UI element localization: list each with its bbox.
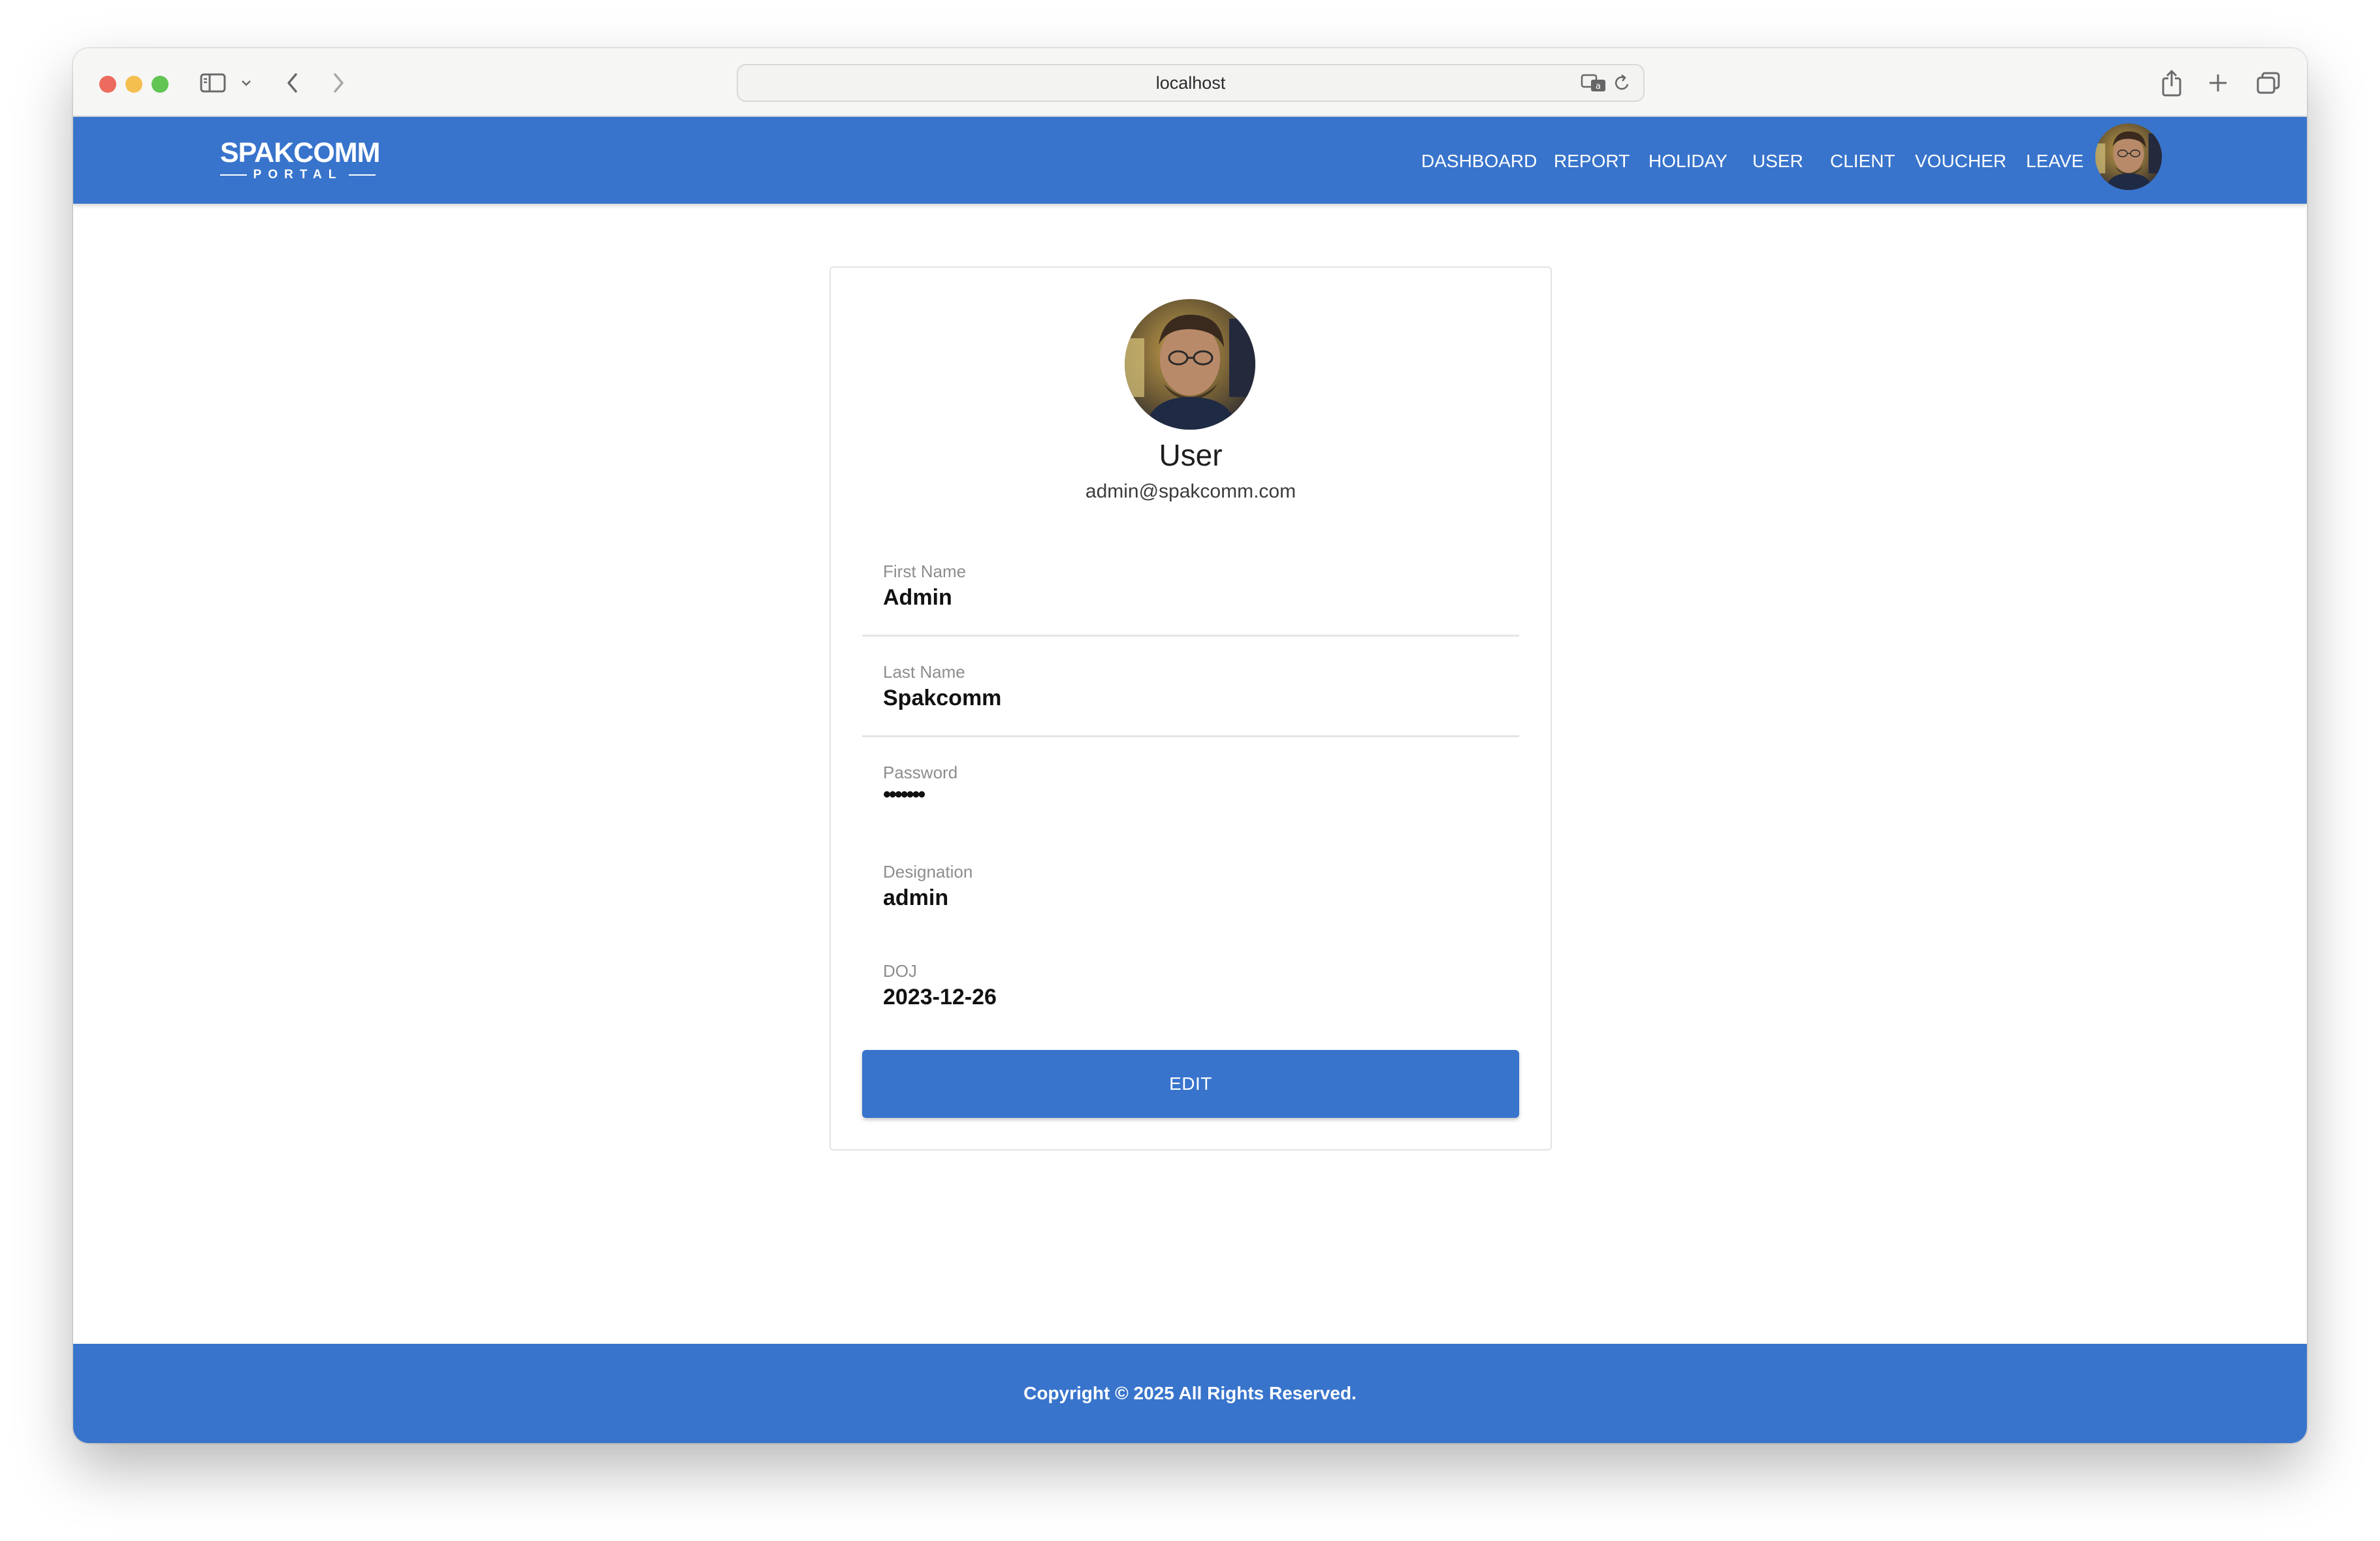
svg-text:a: a xyxy=(1596,82,1601,91)
share-icon[interactable] xyxy=(2161,68,2183,98)
field-label: First Name xyxy=(883,562,967,581)
profile-avatar xyxy=(1125,299,1255,430)
footer: Copyright © 2025 All Rights Reserved. xyxy=(73,1344,2307,1443)
field-value: Admin xyxy=(883,585,952,610)
field-value: ••••••• xyxy=(883,782,925,807)
profile-card: User admin@spakcomm.com First Name Admin… xyxy=(829,266,1552,1151)
field-label: Last Name xyxy=(883,662,965,682)
minimize-window-button[interactable] xyxy=(125,76,142,93)
browser-window: localhost a SPAKCOMM PORTAL DASHBOARD RE… xyxy=(73,48,2307,1443)
field-value: 2023-12-26 xyxy=(883,985,997,1009)
address-text: localhost xyxy=(1155,72,1226,93)
brand-logo[interactable]: SPAKCOMM PORTAL xyxy=(220,137,380,182)
address-bar[interactable]: localhost a xyxy=(737,64,1645,102)
copyright-text: Copyright © 2025 All Rights Reserved. xyxy=(1023,1383,1357,1403)
app-header: SPAKCOMM PORTAL DASHBOARD REPORT HOLIDAY… xyxy=(73,117,2307,204)
back-icon[interactable] xyxy=(285,68,300,98)
divider xyxy=(862,735,1519,737)
reload-icon[interactable] xyxy=(1613,73,1632,96)
field-label: Password xyxy=(883,763,958,782)
forward-icon[interactable] xyxy=(330,68,346,98)
profile-name: User xyxy=(1159,438,1223,472)
nav-leave[interactable]: LEAVE xyxy=(2026,151,2083,172)
nav-dashboard[interactable]: DASHBOARD xyxy=(1421,151,1537,172)
field-label: Designation xyxy=(883,862,973,882)
user-avatar[interactable] xyxy=(2095,123,2162,190)
logo-title: SPAKCOMM xyxy=(220,137,380,168)
field-value: admin xyxy=(883,885,949,910)
chevron-down-icon[interactable] xyxy=(240,68,252,98)
nav-holiday[interactable]: HOLIDAY xyxy=(1648,151,1728,172)
nav-user[interactable]: USER xyxy=(1752,151,1803,172)
browser-toolbar: localhost a xyxy=(73,48,2307,117)
profile-email: admin@spakcomm.com xyxy=(1085,481,1296,502)
field-label: DOJ xyxy=(883,961,917,981)
logo-subtitle: PORTAL xyxy=(253,168,343,182)
nav-report[interactable]: REPORT xyxy=(1554,151,1630,172)
field-value: Spakcomm xyxy=(883,686,1002,710)
new-tab-icon[interactable] xyxy=(2208,68,2228,98)
sidebar-toggle-icon[interactable] xyxy=(200,68,226,98)
nav-client[interactable]: CLIENT xyxy=(1830,151,1895,172)
edit-button[interactable]: EDIT xyxy=(862,1050,1519,1118)
close-window-button[interactable] xyxy=(99,76,116,93)
divider xyxy=(862,635,1519,637)
nav-voucher[interactable]: VOUCHER xyxy=(1915,151,2006,172)
tab-overview-icon[interactable] xyxy=(2256,68,2281,98)
translate-icon[interactable]: a xyxy=(1581,73,1607,96)
zoom-window-button[interactable] xyxy=(152,76,169,93)
